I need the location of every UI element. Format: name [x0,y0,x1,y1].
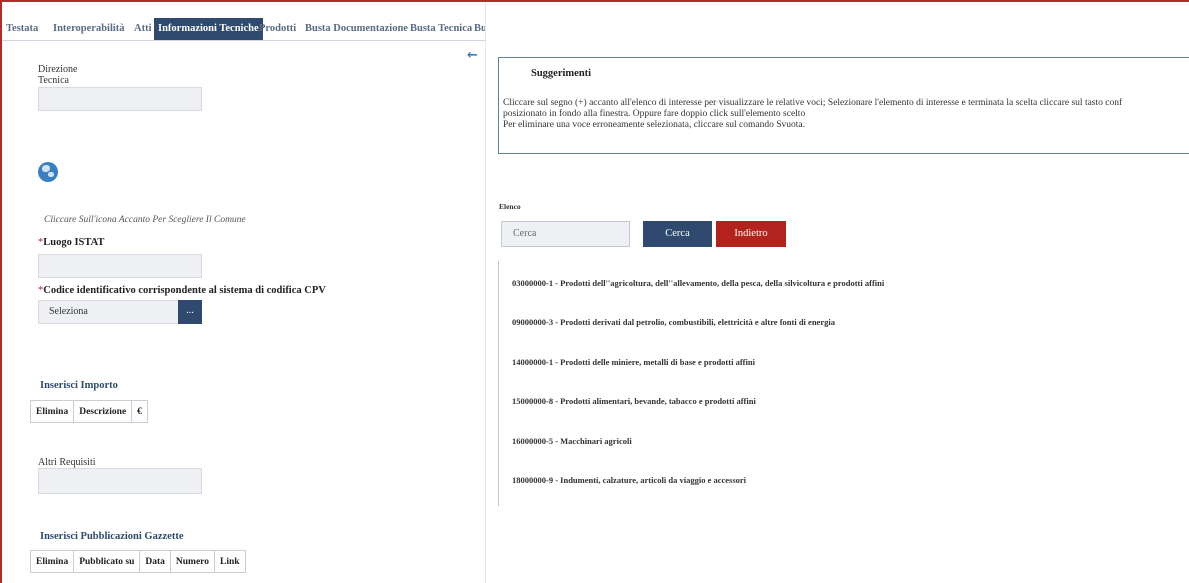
altri-requisiti-field[interactable] [38,468,202,494]
tab-busta-tecnica[interactable]: Busta Tecnica [406,18,476,40]
suggerimenti-text: Cliccare sul segno (+) accanto all'elenc… [503,98,1189,131]
comune-hint: Cliccare Sull'icona Accanto Per Sceglier… [44,215,246,225]
tab-busta-more[interactable]: Bu [470,18,485,40]
importo-col-descrizione[interactable]: Descrizione [73,400,133,423]
luogo-istat-label: *Luogo ISTAT [38,237,104,248]
suggerimenti-title: Suggerimenti [531,68,592,79]
list-item-cpv-16000000[interactable]: 16000000-5 - Macchinari agricoli [512,436,632,446]
indietro-button[interactable]: Indietro [716,221,786,247]
tab-testata[interactable]: Testata [2,18,42,40]
tab-divider [2,40,485,41]
luogo-istat-field[interactable] [38,254,202,278]
direzione-label-line2: Tecnica [38,75,69,86]
list-item-cpv-03000000[interactable]: 03000000-1 - Prodotti dell''agricoltura,… [512,278,884,288]
importo-header-row: Elimina Descrizione € [29,400,148,423]
tab-atti[interactable]: Atti [130,18,156,40]
tab-informazioni-tecniche[interactable]: Informazioni Tecniche [154,18,263,40]
cpv-label-text: Codice identificativo corrispondente al … [43,285,326,296]
gazzette-col-data[interactable]: Data [139,550,171,573]
tab-bar: Testata Interoperabilità Atti Informazio… [2,18,485,40]
gazzette-col-pubblicato[interactable]: Pubblicato su [73,550,141,573]
direzione-label: Direzione Tecnica [38,64,77,86]
list-divider [498,261,499,506]
elenco-label: Elenco [499,202,521,211]
suggerimenti-box: Suggerimenti Cliccare sul segno (+) acca… [498,57,1189,154]
list-item-cpv-09000000[interactable]: 09000000-3 - Prodotti derivati dal petro… [512,317,835,327]
tab-interoperabilita[interactable]: Interoperabilità [49,18,129,40]
importo-col-elimina[interactable]: Elimina [29,400,75,423]
suggerimenti-line1: Cliccare sul segno (+) accanto all'elenc… [503,98,1123,108]
arrow-left-icon[interactable]: ← [467,48,478,63]
cpv-picker-button[interactable]: ... [178,300,202,324]
selection-panel: Suggerimenti Cliccare sul segno (+) acca… [485,2,1189,583]
globe-icon[interactable] [38,162,58,182]
gazzette-col-link[interactable]: Link [213,550,246,573]
suggerimenti-line3: Per eliminare una voce erroneamente sele… [503,120,806,130]
tab-busta-documentazione[interactable]: Busta Documentazione [301,18,412,40]
list-item-cpv-18000000[interactable]: 18000000-9 - Indumenti, calzature, artic… [512,475,746,485]
luogo-istat-text: Luogo ISTAT [43,237,105,248]
gazzette-col-numero[interactable]: Numero [169,550,215,573]
tab-prodotti[interactable]: Prodotti [255,18,300,40]
direzione-tecnica-field[interactable] [38,87,202,111]
gazzette-table: Elimina Pubblicato su Data Numero Link [29,550,246,573]
cerca-button[interactable]: Cerca [643,221,712,247]
list-item-cpv-14000000[interactable]: 14000000-1 - Prodotti delle miniere, met… [512,357,755,367]
gazzette-header-row: Elimina Pubblicato su Data Numero Link [29,550,246,573]
gazzette-title: Inserisci Pubblicazioni Gazzette [40,531,184,542]
gazzette-col-elimina[interactable]: Elimina [29,550,75,573]
inserisci-importo-title: Inserisci Importo [40,380,118,391]
cpv-label: *Codice identificativo corrispondente al… [38,285,326,296]
list-item-cpv-15000000[interactable]: 15000000-8 - Prodotti alimentari, bevand… [512,396,756,406]
altri-requisiti-label: Altri Requisiti [38,457,96,468]
form-panel: Testata Interoperabilità Atti Informazio… [2,2,485,583]
suggerimenti-line2: posizionato in fondo alla finestra. Oppu… [503,109,806,119]
direzione-label-line1: Direzione [38,64,78,75]
importo-table: Elimina Descrizione € [29,400,148,423]
search-input[interactable]: Cerca [501,221,630,247]
importo-col-euro[interactable]: € [131,400,148,423]
